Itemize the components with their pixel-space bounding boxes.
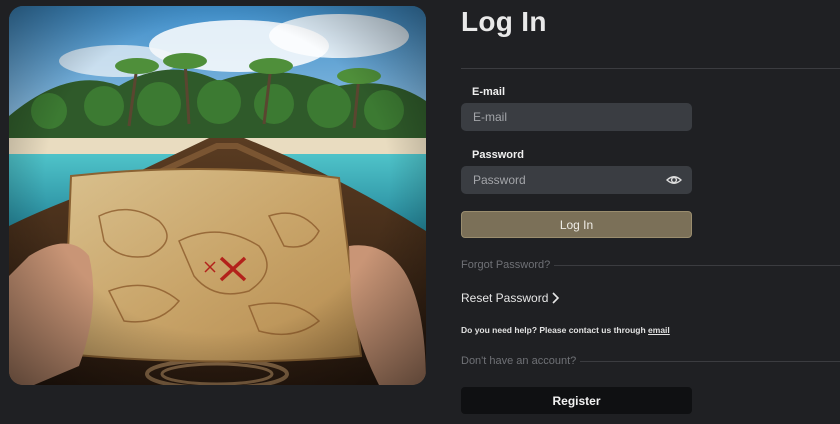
page-title: Log In (461, 6, 547, 37)
help-text: Do you need help? Please contact us thro… (461, 325, 670, 335)
divider-line (580, 360, 840, 362)
eye-icon[interactable] (665, 172, 683, 188)
password-label: Password (472, 149, 524, 161)
register-button[interactable]: Register (461, 387, 692, 414)
divider-line (554, 264, 840, 266)
title-divider (461, 68, 840, 69)
login-panel: Log In E-mail Password Log In Forgot Pas… (461, 0, 840, 424)
no-account-text: Don't have an account? (461, 355, 577, 367)
reset-password-link[interactable]: Reset Password (461, 291, 560, 305)
forgot-password-link[interactable]: Forgot Password? (461, 259, 554, 271)
no-account-row: Don't have an account? (461, 354, 840, 368)
email-field[interactable] (461, 103, 692, 131)
forgot-password-row: Forgot Password? (461, 258, 840, 272)
hero-image (9, 6, 426, 385)
email-help-link[interactable]: email (648, 325, 670, 335)
email-label: E-mail (472, 86, 506, 98)
password-field[interactable] (461, 166, 692, 194)
login-button[interactable]: Log In (461, 211, 692, 238)
chevron-right-icon (552, 292, 560, 304)
reset-password-label: Reset Password (461, 291, 549, 305)
help-text-label: Do you need help? Please contact us thro… (461, 325, 646, 335)
